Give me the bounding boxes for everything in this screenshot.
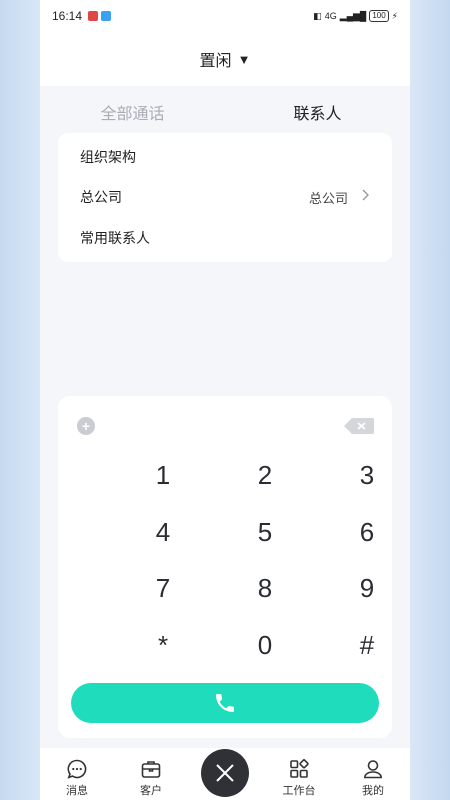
app-notification-icon — [101, 11, 112, 21]
status-indicators: ◧ 4G ▂▄▆█ 100 ⚡ — [313, 10, 398, 22]
call-button[interactable] — [71, 683, 379, 723]
company-label: 总公司 — [80, 189, 122, 205]
user-icon — [363, 760, 383, 779]
tab-all-calls[interactable]: 全部通话 — [40, 86, 225, 132]
app-notification-icon — [88, 11, 99, 21]
center-close-button[interactable] — [201, 749, 249, 797]
nav-label: 消息 — [66, 785, 88, 797]
dial-key-9[interactable]: 9 — [337, 568, 397, 608]
charging-icon: ⚡ — [391, 10, 398, 21]
dial-key-star[interactable]: * — [133, 625, 193, 665]
frequent-contacts-row[interactable]: 常用联系人 — [58, 218, 392, 258]
message-icon — [67, 759, 87, 779]
dial-key-hash[interactable]: # — [337, 625, 397, 665]
dial-key-5[interactable]: 5 — [235, 512, 295, 552]
dial-key-7[interactable]: 7 — [133, 568, 193, 608]
dial-key-2[interactable]: 2 — [235, 455, 295, 495]
frequent-contacts-label: 常用联系人 — [80, 230, 150, 246]
agent-status-label: 置闲 — [199, 53, 232, 70]
grid-icon — [290, 759, 309, 778]
dial-key-0[interactable]: 0 — [235, 625, 295, 665]
status-time: 16:14 — [52, 9, 83, 23]
briefcase-icon — [141, 761, 161, 778]
dial-key-4[interactable]: 4 — [133, 512, 193, 552]
status-bar: 16:14 ◧ 4G ▂▄▆█ 100 ⚡ — [40, 0, 410, 32]
backspace-icon[interactable] — [344, 418, 374, 434]
org-structure-row[interactable]: 组织架构 — [58, 137, 392, 177]
tab-contacts[interactable]: 联系人 — [225, 86, 410, 132]
signal-icon: ▂▄▆█ — [339, 10, 367, 21]
nav-workbench[interactable]: 工作台 — [274, 758, 324, 798]
dialpad: + 1 2 3 4 5 6 7 8 9 * 0 # — [58, 396, 392, 738]
nfc-icon: ◧ — [313, 10, 322, 21]
company-value-text: 总公司 — [308, 190, 348, 206]
nav-profile[interactable]: 我的 — [348, 758, 398, 798]
dial-key-6[interactable]: 6 — [337, 512, 397, 552]
close-icon — [216, 764, 234, 782]
nav-customers[interactable]: 客户 — [126, 758, 176, 798]
caret-down-icon: ▼ — [237, 51, 251, 67]
nav-label: 工作台 — [282, 785, 316, 797]
status-selector[interactable]: 置闲 ▼ — [40, 32, 410, 86]
nav-messages[interactable]: 消息 — [52, 758, 102, 798]
add-contact-icon[interactable]: + — [77, 417, 95, 435]
nav-label: 我的 — [362, 785, 384, 797]
tab-label: 全部通话 — [100, 106, 165, 123]
org-structure-label: 组织架构 — [80, 149, 136, 165]
nav-label: 客户 — [140, 785, 162, 797]
contacts-card: 组织架构 总公司 总公司 常用联系人 — [58, 133, 392, 262]
chevron-right-icon — [362, 188, 370, 206]
phone-screen: 16:14 ◧ 4G ▂▄▆█ 100 ⚡ 置闲 ▼ 全部通话 联系人 组织架构… — [40, 0, 410, 800]
dial-key-3[interactable]: 3 — [337, 455, 397, 495]
tab-label: 联系人 — [293, 106, 342, 123]
company-value: 总公司 — [309, 188, 370, 207]
battery-icon: 100 — [369, 10, 389, 22]
phone-icon — [216, 694, 234, 712]
network-label: 4G — [324, 11, 337, 21]
dial-key-1[interactable]: 1 — [133, 455, 193, 495]
dial-key-8[interactable]: 8 — [235, 568, 295, 608]
company-row[interactable]: 总公司 总公司 — [58, 177, 392, 217]
tab-bar: 全部通话 联系人 — [40, 86, 410, 132]
bottom-navigation: 消息 客户 工作台 我的 — [40, 748, 410, 800]
